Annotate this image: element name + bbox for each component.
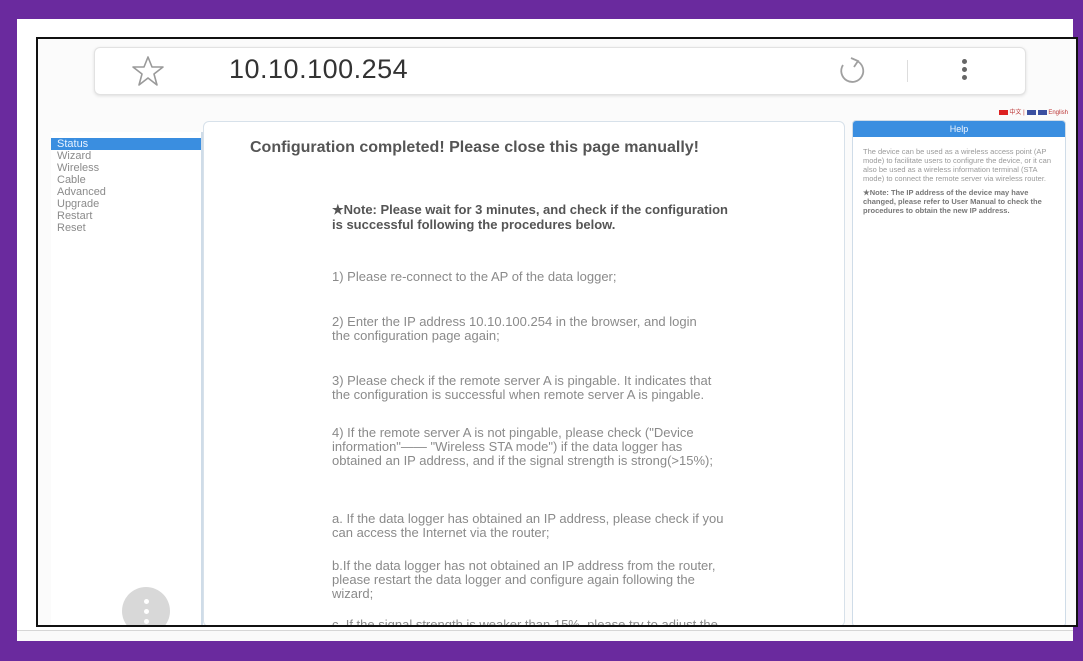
help-note: ★Note: The IP address of the device may … xyxy=(863,188,1042,215)
nav-item-wireless[interactable]: Wireless xyxy=(51,162,201,174)
language-switcher: 中文 | English xyxy=(998,107,1068,116)
main-panel: Configuration completed! Please close th… xyxy=(203,121,845,627)
nav-item-upgrade[interactable]: Upgrade xyxy=(51,198,201,210)
step-4: 4) If the remote server A is not pingabl… xyxy=(332,425,713,468)
step-4a: a. If the data logger has obtained an IP… xyxy=(332,511,724,540)
page-title: Configuration completed! Please close th… xyxy=(250,139,699,156)
step-4c: c. If the signal strength is weaker than… xyxy=(332,617,718,627)
floating-menu-button[interactable] xyxy=(122,587,170,625)
left-nav: Status Wizard Wireless Cable Advanced Up… xyxy=(51,132,203,625)
reload-icon[interactable] xyxy=(835,55,869,87)
outer-frame-left xyxy=(0,0,17,661)
china-flag-icon xyxy=(999,109,1009,115)
kebab-menu-icon[interactable] xyxy=(957,56,971,86)
address-bar-divider xyxy=(907,60,908,82)
url-text[interactable]: 10.10.100.254 xyxy=(229,54,408,85)
nav-item-reset[interactable]: Reset xyxy=(51,222,201,234)
nav-item-advanced[interactable]: Advanced xyxy=(51,186,201,198)
nav-item-status[interactable]: Status xyxy=(51,138,201,150)
nav-item-cable[interactable]: Cable xyxy=(51,174,201,186)
step-4b: b.If the data logger has not obtained an… xyxy=(332,558,716,601)
outer-frame-bottom xyxy=(0,641,1083,661)
help-text: The device can be used as a wireless acc… xyxy=(863,147,1052,183)
uk-flag-icon xyxy=(1027,109,1037,115)
star-icon[interactable] xyxy=(131,54,165,88)
outer-frame-top xyxy=(0,0,1083,19)
nav-list: Status Wizard Wireless Cable Advanced Up… xyxy=(51,132,201,234)
step-1: 1) Please re-connect to the AP of the da… xyxy=(332,269,617,284)
lang-separator: | xyxy=(1023,110,1025,116)
nav-item-wizard[interactable]: Wizard xyxy=(51,150,201,162)
help-title: Help xyxy=(853,121,1065,137)
step-2: 2) Enter the IP address 10.10.100.254 in… xyxy=(332,314,697,343)
nav-item-restart[interactable]: Restart xyxy=(51,210,201,222)
lang-chinese[interactable]: 中文 xyxy=(1009,110,1021,116)
phone-screenshot: 10.10.100.254 中文 | English Status Wizard… xyxy=(36,37,1078,627)
note-text: ★Note: Please wait for 3 minutes, and ch… xyxy=(332,202,728,232)
us-flag-icon xyxy=(1038,109,1048,115)
help-panel: Help The device can be used as a wireles… xyxy=(852,120,1066,625)
address-bar[interactable]: 10.10.100.254 xyxy=(94,47,1026,95)
step-3: 3) Please check if the remote server A i… xyxy=(332,373,712,402)
lang-english[interactable]: English xyxy=(1048,110,1068,116)
